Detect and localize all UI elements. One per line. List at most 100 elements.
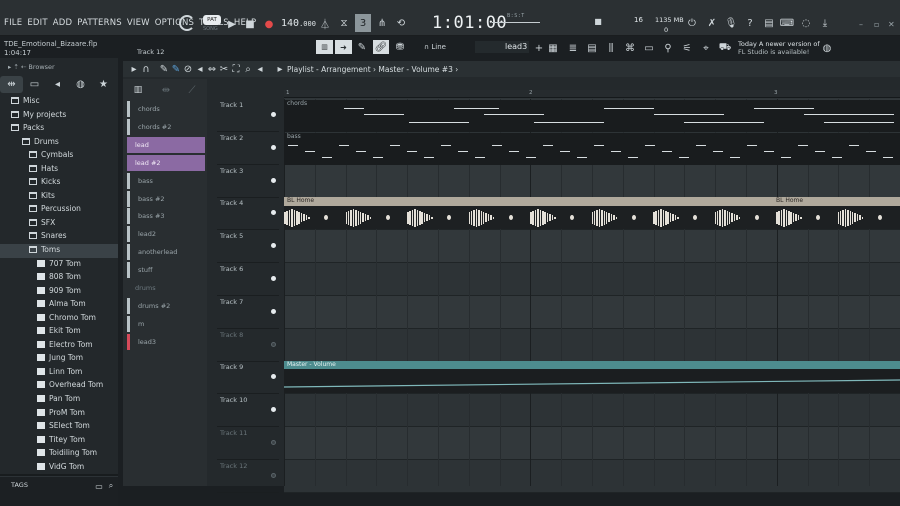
metronome-icon[interactable]: ⏃ [318,16,332,31]
track-mute-led[interactable] [271,210,276,216]
track-header[interactable]: Track 6 [217,263,279,296]
browser-file[interactable]: Alma Tom [0,298,118,312]
stop-icon[interactable]: ■ [243,17,257,31]
song-position-display[interactable]: 1:01:00B:S:T [432,13,525,33]
channel-rack-icon[interactable]: ≣ [566,41,580,55]
browser-file[interactable]: Titey Tom [0,434,118,448]
master-pitch-knob-icon[interactable] [179,15,195,31]
step-edit-icon[interactable]: ⋔ [375,16,389,30]
browser-toggle-icon[interactable]: ▭ [642,41,656,55]
clip-source-item[interactable]: bass [127,172,205,189]
menu-patterns[interactable]: PATTERNS [77,18,122,28]
browser-tab-favorites[interactable]: ★ [92,76,115,93]
menu-file[interactable]: FILE [4,18,22,28]
browser-folder[interactable]: Misc [0,95,118,109]
stamp-icon[interactable]: ⛃ [393,40,407,54]
link-icon[interactable]: 🔗︎ [373,40,389,54]
track-header[interactable]: Track 5 [217,230,279,264]
browser-folder[interactable]: Cymbals [0,149,118,163]
audio-clip-icon[interactable]: ⇹ [159,83,173,97]
script-icon[interactable]: ⚟ [680,41,694,55]
browser-file[interactable]: Electro Tom [0,339,118,353]
pattern-clip-chords[interactable]: chords [284,100,900,132]
browser-tab-plugins[interactable]: ▭ [23,76,46,93]
clip-source-item[interactable]: lead #2 [127,154,205,171]
clip-source-item[interactable]: bass #2 [127,190,205,207]
track-mute-led[interactable] [271,243,276,249]
pattern-clip-bass[interactable]: bass [284,132,900,165]
browser-folder[interactable]: Percussion [0,203,118,217]
playback-tool-icon[interactable]: ◂ [253,62,267,76]
browser-folder[interactable]: My projects [0,109,118,123]
browser-folder[interactable]: Snares [0,230,118,244]
browser-folder[interactable]: Hats [0,163,118,177]
help-icon[interactable]: ? [743,16,757,30]
menu-add[interactable]: ADD [53,18,73,28]
maximize-icon[interactable]: ▫ [874,20,879,29]
track-header[interactable]: Track 10 [217,394,279,428]
pat-song-toggle[interactable]: PAT [203,15,221,25]
pencil-icon[interactable]: ✎ [355,40,369,54]
browser-nav-icons[interactable]: ▸ ⇡ ⇠ [8,63,28,71]
render-icon[interactable]: ⌨ [780,16,794,30]
track-mute-led[interactable] [271,308,276,314]
tempo-display[interactable]: 140.000 [281,18,316,29]
chat-icon[interactable]: ◌ [799,16,813,30]
browser-file[interactable]: Linn Tom [0,366,118,380]
clip-source-item[interactable]: m [127,315,205,332]
browser-file[interactable]: Jung Tom [0,352,118,366]
clip-source-item[interactable]: stuff [127,262,205,279]
track-mute-led[interactable] [271,144,276,150]
countdown-icon[interactable]: 3 [355,14,371,32]
record-icon[interactable]: ● [262,17,276,31]
track-mute-led[interactable] [271,407,276,413]
microphone-icon[interactable]: 🎙︎ [724,16,738,30]
pattern-selector[interactable]: lead3 [475,41,529,53]
track-mute-led[interactable] [271,472,276,478]
clip-source-item[interactable]: chords #2 [127,118,205,135]
track-mute-led[interactable] [271,276,276,281]
track-mute-led[interactable] [271,341,276,347]
save-icon[interactable]: ▤ [762,16,776,30]
track-header[interactable]: Track 2 [217,132,279,165]
track-header[interactable]: Track 9 [217,361,279,395]
plugin-picker-icon[interactable]: ⌘ [623,41,637,55]
browser-folder[interactable]: SFX [0,217,118,231]
timeline-ruler[interactable]: 1 2 3 [284,90,900,98]
piano-roll-icon[interactable]: ▥ [316,40,333,54]
browser-folder[interactable]: Packs [0,122,118,136]
browser-file[interactable]: Pan Tom [0,393,118,407]
browser-tab-online[interactable]: ◍ [69,76,92,93]
automation-clip-icon[interactable]: ⟋ [185,83,199,97]
track-mute-led[interactable] [271,440,276,445]
browser-file[interactable]: 808 Tom [0,271,118,285]
close-icon[interactable]: ✕ [888,20,895,29]
piano-icon[interactable]: ▥ [131,83,145,97]
track-mute-led[interactable] [271,112,276,117]
track-header[interactable]: Track 7 [217,296,279,329]
step-seq-icon[interactable]: ▤ [585,41,599,55]
download-icon[interactable]: ⤓ [818,16,832,30]
automation-clip-header[interactable]: Master - Volume [284,361,900,370]
snap-mode[interactable]: ∩ Line [424,43,446,51]
track-header[interactable]: Track 4 [217,197,279,231]
mixer-icon[interactable]: ✗ [705,16,719,30]
menu-view[interactable]: VIEW [127,18,150,28]
pin-icon[interactable]: ⚲ [661,41,675,55]
magnet-snap-icon[interactable]: ∩ [139,62,153,76]
browser-file[interactable]: ProM Tom [0,407,118,421]
cart-icon[interactable]: ⛟ [718,41,732,55]
menu-edit[interactable]: EDIT [27,18,47,28]
track-mute-led[interactable] [271,177,276,183]
browser-tab-all[interactable]: ⇹ [0,76,23,93]
browser-file[interactable]: Overhead Tom [0,379,118,393]
browser-file[interactable]: SElect Tom [0,420,118,434]
clip-source-item[interactable]: lead [127,136,205,153]
panic-icon[interactable]: ⏻ [685,16,699,30]
clip-source-item[interactable]: drums #2 [127,297,205,314]
clip-source-item[interactable]: bass #3 [127,208,205,225]
clip-source-item[interactable]: lead3 [127,333,205,350]
track-header[interactable]: Track 1 [217,99,279,132]
clip-source-item[interactable]: lead2 [127,226,205,243]
minimize-icon[interactable]: – [859,20,863,29]
